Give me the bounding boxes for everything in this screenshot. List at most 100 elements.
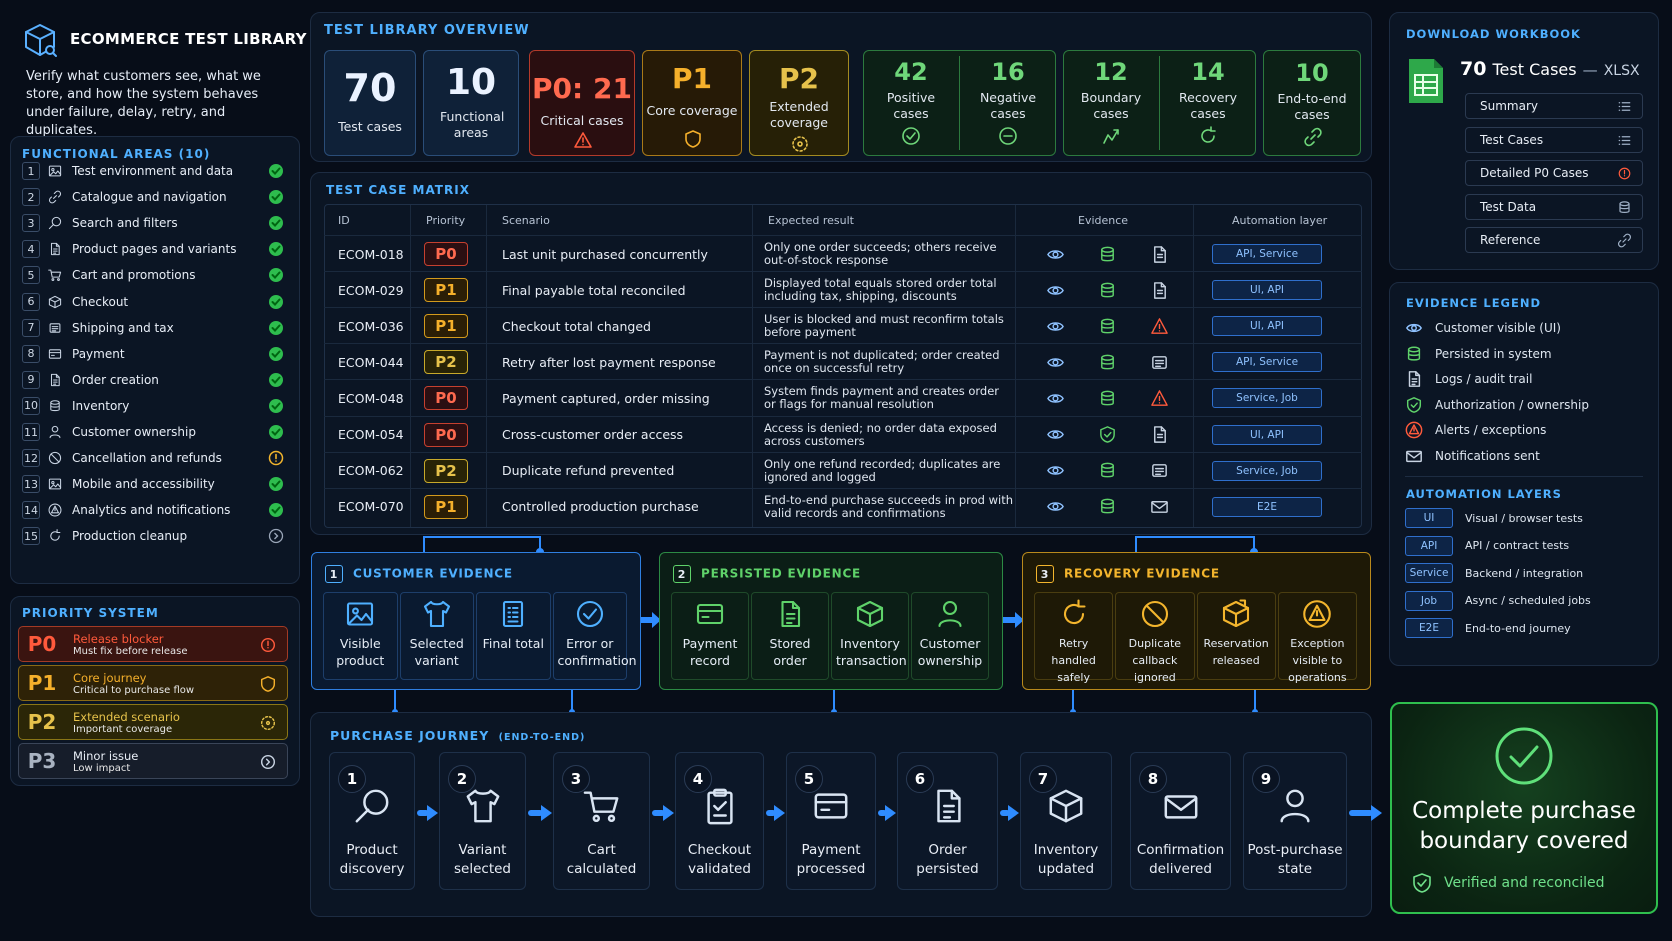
- eye-icon: [1046, 344, 1065, 380]
- status-check-icon: [268, 502, 284, 518]
- functional-area-item[interactable]: 14 Analytics and notifications: [22, 499, 284, 521]
- header-scenario: Scenario: [502, 213, 550, 227]
- table-row[interactable]: ECOM-054 P0 Cross-customer order access Acc…: [324, 415, 1362, 453]
- database-icon: [1098, 236, 1117, 272]
- total-test-cases-card[interactable]: 70 Test cases: [324, 50, 416, 156]
- table-row[interactable]: ECOM-018 P0 Last unit purchased concurrent…: [324, 235, 1362, 271]
- journey-step-label: Post-purchase state: [1247, 842, 1343, 877]
- workbook-sheet-link[interactable]: Test Data: [1465, 193, 1643, 220]
- functional-area-item[interactable]: 5 Cart and promotions: [22, 264, 284, 286]
- journey-arrow-head: [1371, 805, 1382, 821]
- evidence-item[interactable]: Stored order: [751, 592, 829, 680]
- functional-area-label: Product pages and variants: [72, 242, 237, 257]
- functional-area-item[interactable]: 9 Order creation: [22, 369, 284, 391]
- legend-item: Authorization / ownership: [1405, 395, 1589, 415]
- table-row[interactable]: ECOM-029 P1 Final payable total reconciled…: [324, 271, 1362, 307]
- table-row[interactable]: ECOM-036 P1 Checkout total changed User is …: [324, 307, 1362, 343]
- table-row[interactable]: ECOM-062 P2 Duplicate refund prevented Only…: [324, 451, 1362, 489]
- boundary-cases-card[interactable]: 12 Boundary cases: [1063, 50, 1159, 156]
- functional-area-item[interactable]: 12 Cancellation and refunds: [22, 447, 284, 469]
- journey-step-5[interactable]: 5 Payment processed: [786, 752, 876, 890]
- functional-area-item[interactable]: 10 Inventory: [22, 395, 284, 417]
- workbook-sheet-link[interactable]: Reference: [1465, 227, 1643, 253]
- evidence-item[interactable]: Duplicate callback ignored: [1115, 592, 1195, 684]
- evidence-item[interactable]: Exception visible to operations: [1277, 592, 1357, 684]
- functional-area-number: 4: [22, 240, 40, 259]
- journey-step-4[interactable]: 4 Checkout validated: [675, 752, 764, 890]
- functional-area-item[interactable]: 11 Customer ownership: [22, 421, 284, 443]
- evidence-item[interactable]: Visible product: [323, 592, 398, 680]
- workbook-sheet-link[interactable]: Summary: [1465, 93, 1643, 119]
- functional-area-item[interactable]: 8 Payment: [22, 343, 284, 365]
- database-icon: [1098, 453, 1117, 489]
- status-check-icon: [268, 163, 284, 179]
- evidence-item[interactable]: Inventory transaction: [831, 592, 909, 680]
- journey-step-9[interactable]: 9 Post-purchase state: [1243, 752, 1347, 890]
- priority-text: Extended scenario Important coverage: [73, 710, 180, 735]
- functional-area-item[interactable]: 7 Shipping and tax: [22, 317, 284, 339]
- critical-cases-card[interactable]: P0: 21 Critical cases: [529, 50, 635, 156]
- positive-cases-card[interactable]: 42 Positive cases: [863, 50, 959, 156]
- functional-areas-label: Functional areas: [440, 109, 505, 140]
- functional-area-item[interactable]: 2 Catalogue and navigation: [22, 186, 284, 208]
- evidence-item-label: Error or confirmation: [557, 636, 637, 668]
- evidence-group-title: 2 PERSISTED EVIDENCE: [673, 565, 861, 583]
- status-check-icon: [268, 320, 284, 336]
- header-id: ID: [338, 213, 350, 227]
- evidence-item[interactable]: Retry handled safely: [1034, 592, 1114, 684]
- document-icon: [1150, 417, 1169, 453]
- p1-coverage-card[interactable]: P1 Core coverage: [642, 50, 742, 156]
- log-icon: [1150, 453, 1169, 489]
- priority-subtitle: Low impact: [73, 762, 131, 774]
- functional-area-icon: [48, 347, 64, 361]
- table-row[interactable]: ECOM-048 P0 Payment captured, order missin…: [324, 379, 1362, 415]
- priority-p0-row[interactable]: P0 Release blocker Must fix before release: [18, 626, 288, 662]
- journey-title: PURCHASE JOURNEY (END-TO-END): [330, 728, 585, 743]
- eye-icon: [1046, 489, 1065, 525]
- table-row[interactable]: ECOM-044 P2 Retry after lost payment respo…: [324, 343, 1362, 379]
- workbook-sheet-link[interactable]: Test Cases: [1465, 126, 1643, 153]
- warning-icon: [1405, 421, 1435, 439]
- cart-icon: [583, 787, 621, 825]
- completion-subtitle: Verified and reconciled: [1444, 875, 1605, 891]
- recovery-cases-card[interactable]: 14 Recovery cases: [1160, 50, 1256, 156]
- functional-area-item[interactable]: 4 Product pages and variants: [22, 238, 284, 260]
- journey-step-6[interactable]: 6 Order persisted: [897, 752, 998, 890]
- functional-area-item[interactable]: 3 Search and filters: [22, 212, 284, 234]
- priority-badge: P1: [424, 314, 468, 339]
- evidence-item[interactable]: Error or confirmation: [552, 592, 637, 680]
- p1-coverage-label: Core coverage: [646, 103, 738, 118]
- evidence-item[interactable]: Customer ownership: [911, 592, 989, 680]
- journey-step-label: Cart calculated: [566, 842, 637, 877]
- priority-p3-row[interactable]: P3 Minor issue Low impact: [18, 743, 288, 779]
- functional-area-item[interactable]: 13 Mobile and accessibility: [22, 473, 284, 495]
- journey-step-label: Checkout validated: [687, 842, 752, 877]
- functional-area-item[interactable]: 6 Checkout: [22, 291, 284, 313]
- evidence-item[interactable]: Selected variant: [399, 592, 474, 680]
- functional-areas-card[interactable]: 10 Functional areas: [423, 50, 519, 156]
- journey-step-2[interactable]: 2 Variant selected: [439, 752, 526, 890]
- p2-coverage-card[interactable]: P2 Extended coverage: [749, 50, 849, 156]
- functional-area-item[interactable]: 1 Test environment and data: [22, 160, 284, 182]
- end-to-end-cases-card[interactable]: 10 End-to-end cases: [1263, 50, 1361, 156]
- journey-step-8[interactable]: 8 Confirmation delivered: [1130, 752, 1231, 890]
- journey-step-1[interactable]: 1 Product discovery: [329, 752, 415, 890]
- workbook-sheet-link[interactable]: Detailed P0 Cases: [1465, 160, 1643, 186]
- journey-step-label: Confirmation delivered: [1136, 842, 1225, 877]
- legend-item: Alerts / exceptions: [1405, 420, 1546, 440]
- priority-p1-row[interactable]: P1 Core journey Critical to purchase flow: [18, 665, 288, 701]
- journey-step-3[interactable]: 3 Cart calculated: [553, 752, 650, 890]
- shirt-icon: [464, 787, 502, 825]
- evidence-item[interactable]: Payment record: [671, 592, 749, 680]
- evidence-item[interactable]: Reservation released: [1196, 592, 1276, 680]
- cell-scenario: Checkout total changed: [502, 318, 651, 334]
- negative-cases-card[interactable]: 16 Negative cases: [960, 50, 1056, 156]
- evidence-item[interactable]: Final total: [476, 592, 551, 680]
- table-row[interactable]: ECOM-070 P1 Controlled production purchase…: [324, 487, 1362, 525]
- priority-badge: P0: [424, 242, 468, 266]
- automation-layer-badge: API: [1405, 535, 1453, 556]
- workbook-count: 70: [1460, 58, 1487, 80]
- journey-step-7[interactable]: 7 Inventory updated: [1020, 752, 1112, 890]
- priority-p2-row[interactable]: P2 Extended scenario Important coverage: [18, 704, 288, 740]
- functional-area-item[interactable]: 15 Production cleanup: [22, 525, 284, 547]
